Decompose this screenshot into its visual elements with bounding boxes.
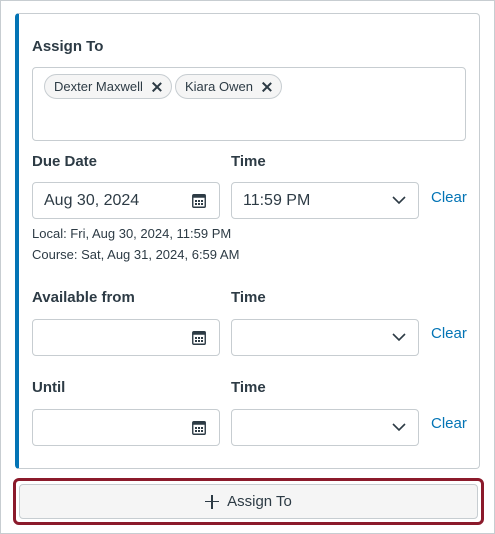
available-from-clear-button[interactable]: Clear [431,325,467,342]
due-time-select[interactable]: 11:59 PM [231,182,419,219]
local-time-note: Local: Fri, Aug 30, 2024, 11:59 PM [32,226,232,241]
due-time-label: Time [231,153,266,170]
available-from-date-input[interactable] [32,319,220,356]
assignment-card: Assign To Dexter Maxwell Kiara Owen Due … [15,13,480,469]
course-time-note: Course: Sat, Aug 31, 2024, 6:59 AM [32,247,240,262]
until-date-input[interactable] [32,409,220,446]
due-date-value: Aug 30, 2024 [44,191,140,209]
available-from-time-select[interactable] [231,319,419,356]
until-label: Until [32,379,66,396]
remove-chip-icon[interactable] [261,81,273,93]
remove-chip-icon[interactable] [151,81,163,93]
until-time-select[interactable] [231,409,419,446]
chip-label: Kiara Owen [185,79,253,94]
due-clear-button[interactable]: Clear [431,189,467,206]
assignee-chip-kiara[interactable]: Kiara Owen [175,74,282,99]
calendar-icon[interactable] [192,193,206,208]
add-assign-to-label: Assign To [227,493,292,510]
chevron-down-icon [392,196,406,205]
calendar-icon[interactable] [192,420,206,435]
plus-icon [205,494,220,509]
assign-panel: Assign To Dexter Maxwell Kiara Owen Due … [0,0,495,534]
until-clear-button[interactable]: Clear [431,415,467,432]
available-from-label: Available from [32,289,135,306]
due-date-label: Due Date [32,153,98,170]
available-time-label: Time [231,289,266,306]
focus-ring: Assign To [13,478,484,525]
add-assign-to-button[interactable]: Assign To [19,484,478,519]
due-date-input[interactable]: Aug 30, 2024 [32,182,220,219]
assign-to-label: Assign To [32,38,104,55]
assignee-chip-dexter[interactable]: Dexter Maxwell [44,74,172,99]
until-time-label: Time [231,379,266,396]
chevron-down-icon [392,423,406,432]
chevron-down-icon [392,333,406,342]
due-time-value: 11:59 PM [243,191,311,209]
chip-label: Dexter Maxwell [54,79,143,94]
calendar-icon[interactable] [192,330,206,345]
assignee-input[interactable]: Dexter Maxwell Kiara Owen [32,67,466,141]
